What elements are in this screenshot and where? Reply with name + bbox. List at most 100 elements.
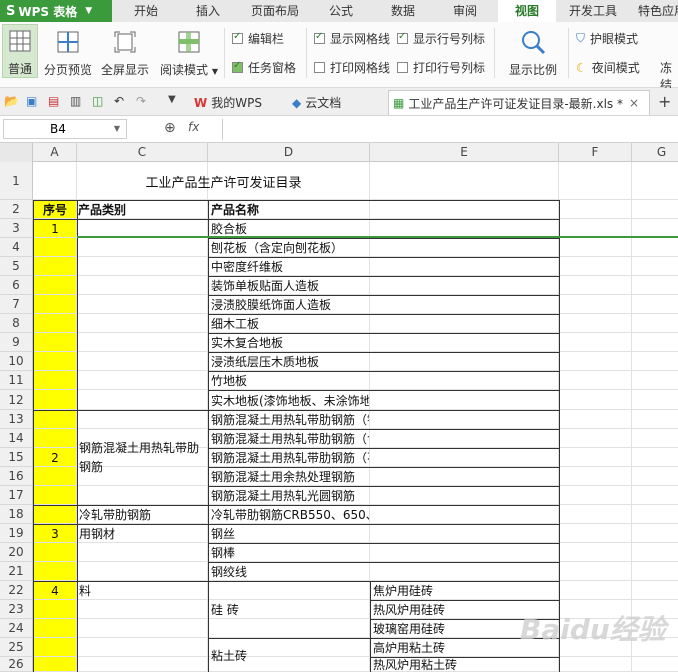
row-header[interactable]: 12 [0,390,33,410]
tab-insert[interactable]: 插入 [182,0,234,22]
product-cell[interactable]: 钢筋混凝土用热轧带肋钢筋（不含钢坯） [211,448,369,467]
tab-view[interactable]: 视图 [498,0,556,22]
seq-cell[interactable]: 3 [33,524,77,543]
product-group-cell[interactable]: 粘土砖 [211,638,369,672]
category-cell[interactable]: 用钢材 [79,524,206,543]
export-pdf-icon[interactable]: ▤ [48,94,64,110]
row-header[interactable]: 2 [0,200,33,219]
wps-app-button[interactable]: S WPS 表格 ▼ [0,0,112,22]
row-header[interactable]: 22 [0,581,33,600]
product-cell[interactable]: 钢绞线 [211,562,369,581]
checkbox[interactable] [232,31,243,44]
product-cell[interactable]: 细木工板 [211,314,369,333]
seq-cell[interactable]: 2 [33,410,77,505]
print-gridlines-toggle[interactable]: 打印网格线 [314,59,390,76]
product-cell[interactable]: 浸渍纸层压木质地板 [211,352,369,371]
header-name[interactable]: 产品名称 [208,200,370,219]
seq-cell[interactable]: 1 [33,219,77,238]
eye-mode-button[interactable]: ⛉ 护眼模式 [576,30,638,47]
row-header[interactable]: 23 [0,600,33,619]
redo-icon[interactable]: ↷ [136,94,152,110]
product-cell[interactable]: 装饰单板贴面人造板 [211,276,369,295]
checkbox[interactable] [314,62,325,73]
product-cell[interactable]: 刨花板（含定向刨花板） [211,238,369,257]
row-header[interactable]: 15 [0,448,33,467]
row-header[interactable]: 9 [0,333,33,352]
category-cell[interactable]: 冷轧带肋钢筋 [79,505,206,524]
category-cell[interactable]: 钢筋混凝土用热轧带肋钢筋 [79,410,206,505]
show-gridlines-toggle[interactable]: 显示网格线 [314,30,390,47]
seq-cell[interactable]: 4 [33,581,77,600]
sub-product-cell[interactable]: 热风炉用粘土砖 [373,657,558,672]
checkbox[interactable] [397,31,408,44]
task-pane-toggle[interactable]: 任务窗格 [232,59,296,76]
normal-view-button[interactable]: 普通 [2,24,38,78]
row-header[interactable]: 19 [0,524,33,543]
column-header[interactable]: A [33,143,77,162]
fullscreen-button[interactable]: 全屏显示 [98,24,152,78]
header-seq[interactable]: 序号 [33,200,77,219]
night-mode-button[interactable]: ☾ 夜间模式 [576,59,640,76]
row-header[interactable]: 16 [0,467,33,486]
select-all-corner[interactable] [0,143,33,162]
row-header[interactable]: 24 [0,619,33,638]
page-break-preview-button[interactable]: 分页预览 [42,24,94,78]
product-cell[interactable]: 冷轧带肋钢筋CRB550、650、800、970、1170 [211,505,369,524]
edit-bar-toggle[interactable]: 编辑栏 [232,30,284,47]
product-cell[interactable]: 中密度纤维板 [211,257,369,276]
close-icon[interactable]: × [629,96,639,110]
zoom-button[interactable]: 显示比例 [500,24,566,78]
open-folder-icon[interactable]: 📂 [4,94,20,110]
tab-formulas[interactable]: 公式 [316,0,366,22]
save-icon[interactable]: ▣ [26,94,42,110]
column-header[interactable]: D [208,143,370,162]
checkbox[interactable] [397,62,408,73]
undo-icon[interactable]: ↶ [114,94,130,110]
row-header[interactable]: 10 [0,352,33,371]
column-header[interactable]: F [559,143,632,162]
tab-data[interactable]: 数据 [376,0,430,22]
category-cell[interactable]: 料 [79,581,206,600]
tab-review[interactable]: 审阅 [440,0,490,22]
row-header[interactable]: 11 [0,371,33,390]
row-header[interactable]: 25 [0,638,33,657]
fx-icon[interactable]: fx [188,120,199,134]
row-header[interactable]: 6 [0,276,33,295]
product-cell[interactable]: 实木地板(漆饰地板、未涂饰地板) [211,390,369,410]
tab-developer[interactable]: 开发工具 [562,0,624,22]
tab-features[interactable]: 特色应用 [632,0,678,22]
tab-home[interactable]: 开始 [120,0,172,22]
column-header[interactable]: G [632,143,678,162]
formula-input[interactable] [222,119,678,140]
row-header[interactable]: 4 [0,238,33,257]
reading-mode-button[interactable]: 阅读模式 ▼ [156,24,222,78]
row-header[interactable]: 20 [0,543,33,562]
zoom-formula-icon[interactable]: ⊕ [164,120,176,136]
product-cell[interactable]: 钢筋混凝土用余热处理钢筋 [211,467,369,486]
row-header[interactable]: 18 [0,505,33,524]
tab-page-layout[interactable]: 页面布局 [244,0,306,22]
row-header[interactable]: 13 [0,410,33,429]
column-header[interactable]: C [77,143,208,162]
print-icon[interactable]: ▥ [70,94,86,110]
product-cell[interactable]: 钢筋混凝土用热轧带肋钢筋（钢坯） [211,410,369,429]
row-header[interactable]: 21 [0,562,33,581]
tab-current-document[interactable]: ▦ 工业产品生产许可证发证目录-最新.xls * × [388,90,650,115]
row-header[interactable]: 7 [0,295,33,314]
checkbox[interactable] [314,31,325,44]
sub-product-cell[interactable]: 焦炉用硅砖 [373,581,558,600]
product-cell[interactable]: 钢筋混凝土用热轧带肋钢筋（含钢坯） [211,429,369,448]
product-cell[interactable]: 实木复合地板 [211,333,369,352]
chevron-down-icon[interactable]: ▼ [168,94,184,110]
row-header[interactable]: 1 [0,162,33,200]
tab-my-wps[interactable]: W 我的WPS [190,90,282,115]
product-cell[interactable]: 钢筋混凝土用热轧光圆钢筋 [211,486,369,505]
show-headers-toggle[interactable]: 显示行号列标 [397,30,485,47]
product-cell[interactable]: 钢丝 [211,524,369,543]
tab-cloud-docs[interactable]: ◆ 云文档 [288,90,372,115]
row-header[interactable]: 17 [0,486,33,505]
product-cell[interactable]: 竹地板 [211,371,369,390]
print-headers-toggle[interactable]: 打印行号列标 [397,59,485,76]
product-cell[interactable]: 浸渍胶膜纸饰面人造板 [211,295,369,314]
name-box[interactable]: B4 ▼ [3,119,127,139]
